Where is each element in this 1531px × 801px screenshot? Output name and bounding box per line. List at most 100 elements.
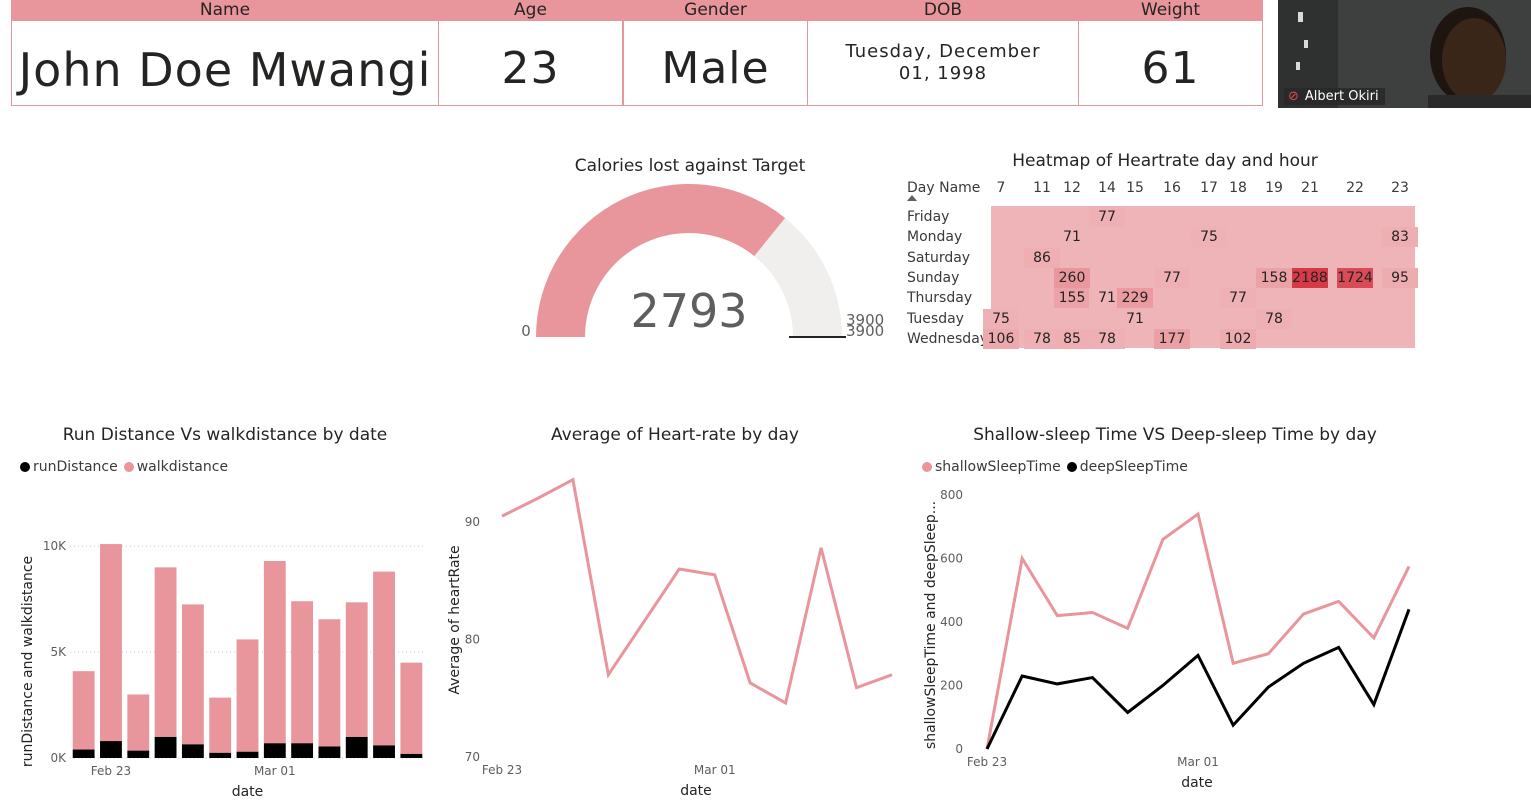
heartrate-line <box>501 477 893 706</box>
heartrate-heatmap[interactable]: Day Name 7 11 12 14 15 16 17 18 19 21 22 23 Friday Mo… <box>902 176 1422 356</box>
heatmap-row-label: Sunday <box>907 269 960 286</box>
x-tick-label: Mar 01 <box>254 764 296 778</box>
x-tick-label: Mar 01 <box>694 763 736 777</box>
heatmap-cell[interactable]: 95 <box>1382 267 1418 288</box>
legend-shallowsleep-label: shallowSleepTime <box>935 459 1061 475</box>
gauge-title: Calories lost against Target <box>574 156 806 176</box>
sleep-title: Shallow-sleep Time VS Deep-sleep Time by… <box>973 425 1377 445</box>
heatmap-col-label: 21 <box>1301 180 1319 196</box>
x-tick-label: Mar 01 <box>1177 755 1219 769</box>
heatmap-cell[interactable]: 102 <box>1220 328 1256 349</box>
bar-segment <box>400 753 423 758</box>
bar-segment <box>345 602 368 737</box>
y-tick-label: 0K <box>50 751 67 765</box>
bar-segment <box>181 604 204 745</box>
bar-segment <box>209 697 232 753</box>
bar-segment <box>127 750 150 758</box>
heatmap-row-label: Friday <box>907 209 950 225</box>
heatmap-cell[interactable]: 78 <box>1256 308 1292 329</box>
legend-dot-pink <box>922 462 932 472</box>
legend-deepsleep[interactable]: deepSleepTime <box>1066 459 1188 475</box>
legend-walkdistance[interactable]: walkdistance <box>123 459 228 475</box>
heatmap-cell[interactable]: 85 <box>1054 328 1090 349</box>
card-dob: DOB Tuesday, December 01, 1998 <box>807 0 1079 106</box>
card-age: Age 23 <box>438 0 623 106</box>
sleep-legend[interactable]: shallowSleepTime deepSleepTime <box>922 459 1188 475</box>
heatmap-cell[interactable]: 2188 <box>1292 267 1328 288</box>
webcam-nameplate: ⊘ Albert Okiri <box>1284 88 1385 105</box>
participant-name: Albert Okiri <box>1304 89 1379 104</box>
bar-segment <box>318 619 341 747</box>
card-age-value: 23 <box>501 43 560 94</box>
heatmap-cell[interactable]: 158 <box>1256 267 1292 288</box>
card-name: Name John Doe Mwangi <box>11 0 439 106</box>
webcam-overlay[interactable]: ⊘ Albert Okiri <box>1278 0 1531 108</box>
bar-segment <box>345 736 368 758</box>
heatmap-cell[interactable]: 71 <box>1054 227 1090 248</box>
heatmap-cell[interactable]: 71 <box>1117 308 1153 329</box>
x-tick-label: Feb 23 <box>482 763 522 777</box>
x-axis-title: date <box>1181 775 1213 791</box>
heatmap-cell[interactable]: 75 <box>983 308 1019 329</box>
heartrate-chart[interactable]: 70 80 90 Feb 23 Mar 01 date Average of heartRa… <box>440 460 900 800</box>
bar-segment <box>373 571 395 746</box>
heatmap-cell[interactable]: 77 <box>1089 207 1125 227</box>
runwalk-chart[interactable]: 0K 5K 10K Feb 23 Mar 01 date runDistance and w… <box>10 500 430 800</box>
legend-shallowsleep[interactable]: shallowSleepTime <box>922 459 1061 475</box>
bar-segment <box>154 736 177 758</box>
y-axis-title: runDistance and walkdistance <box>20 556 36 767</box>
heatmap-cell[interactable]: 155 <box>1054 288 1090 309</box>
card-weight-value: 61 <box>1141 43 1200 94</box>
y-tick-label: 70 <box>465 750 480 764</box>
card-name-value: John Doe Mwangi <box>18 43 432 97</box>
heatmap-cell[interactable]: 86 <box>1024 247 1060 268</box>
heatmap-cell[interactable]: 77 <box>1220 288 1256 309</box>
y-tick-label: 400 <box>940 615 963 629</box>
heatmap-row-label: Tuesday <box>907 310 964 327</box>
heatmap-cell[interactable]: 1724 <box>1337 267 1373 288</box>
heatmap-cell[interactable]: 106 <box>983 328 1019 349</box>
bar-segment <box>236 639 259 752</box>
y-tick-label: 80 <box>465 633 480 647</box>
heatmap-col-label: 18 <box>1229 180 1247 196</box>
sleep-line <box>985 608 1411 750</box>
heatmap-cell[interactable]: 177 <box>1154 328 1190 349</box>
y-tick-label: 0 <box>955 742 963 756</box>
y-tick-label: 5K <box>50 645 67 659</box>
heatmap-row-label: Wednesday <box>907 330 989 347</box>
card-weight: Weight 61 <box>1078 0 1263 106</box>
card-name-label: Name <box>12 0 438 21</box>
heatmap-cell[interactable]: 83 <box>1382 227 1418 248</box>
legend-dot-black <box>1066 462 1077 472</box>
card-age-label: Age <box>439 0 622 21</box>
bar-segment <box>236 751 259 758</box>
runwalk-legend[interactable]: runDistance walkdistance <box>20 459 228 475</box>
bar-segment <box>100 741 122 758</box>
legend-dot-black <box>20 462 30 472</box>
heatmap-cell[interactable]: 78 <box>1089 328 1125 349</box>
legend-rundistance[interactable]: runDistance <box>20 459 118 475</box>
heatmap-title: Heatmap of Heartrate day and hour <box>1012 151 1318 171</box>
card-weight-label: Weight <box>1079 0 1262 21</box>
y-axis-title: shallowSleepTime and deepSleep... <box>923 501 939 749</box>
bar-segment <box>263 561 286 744</box>
bar-segment <box>291 601 314 744</box>
heatmap-col-label: 12 <box>1063 180 1081 196</box>
x-axis-title: date <box>680 783 712 799</box>
calories-gauge[interactable]: 2793 0 3900 3900 <box>500 180 900 355</box>
bar-segment <box>400 662 423 754</box>
sleep-chart[interactable]: 0 200 400 600 800 Feb 23 Mar 01 date shallowSlee… <box>915 480 1415 795</box>
bar-segment <box>291 743 314 758</box>
heatmap-cell[interactable]: 260 <box>1054 267 1090 288</box>
sort-ascending-icon[interactable] <box>907 195 917 201</box>
heatmap-cell[interactable]: 75 <box>1191 227 1227 248</box>
heatmap-cell[interactable]: 77 <box>1154 267 1190 288</box>
bar-segment <box>72 749 95 758</box>
card-gender-value: Male <box>661 43 770 94</box>
heatmap-row-label: Thursday <box>907 290 973 307</box>
heatmap-row-header[interactable]: Day Name <box>907 180 980 196</box>
heatmap-cell[interactable]: 229 <box>1117 288 1153 309</box>
gauge-value: 2793 <box>630 284 747 338</box>
bar-segment <box>318 746 341 758</box>
card-dob-label: DOB <box>808 0 1078 21</box>
